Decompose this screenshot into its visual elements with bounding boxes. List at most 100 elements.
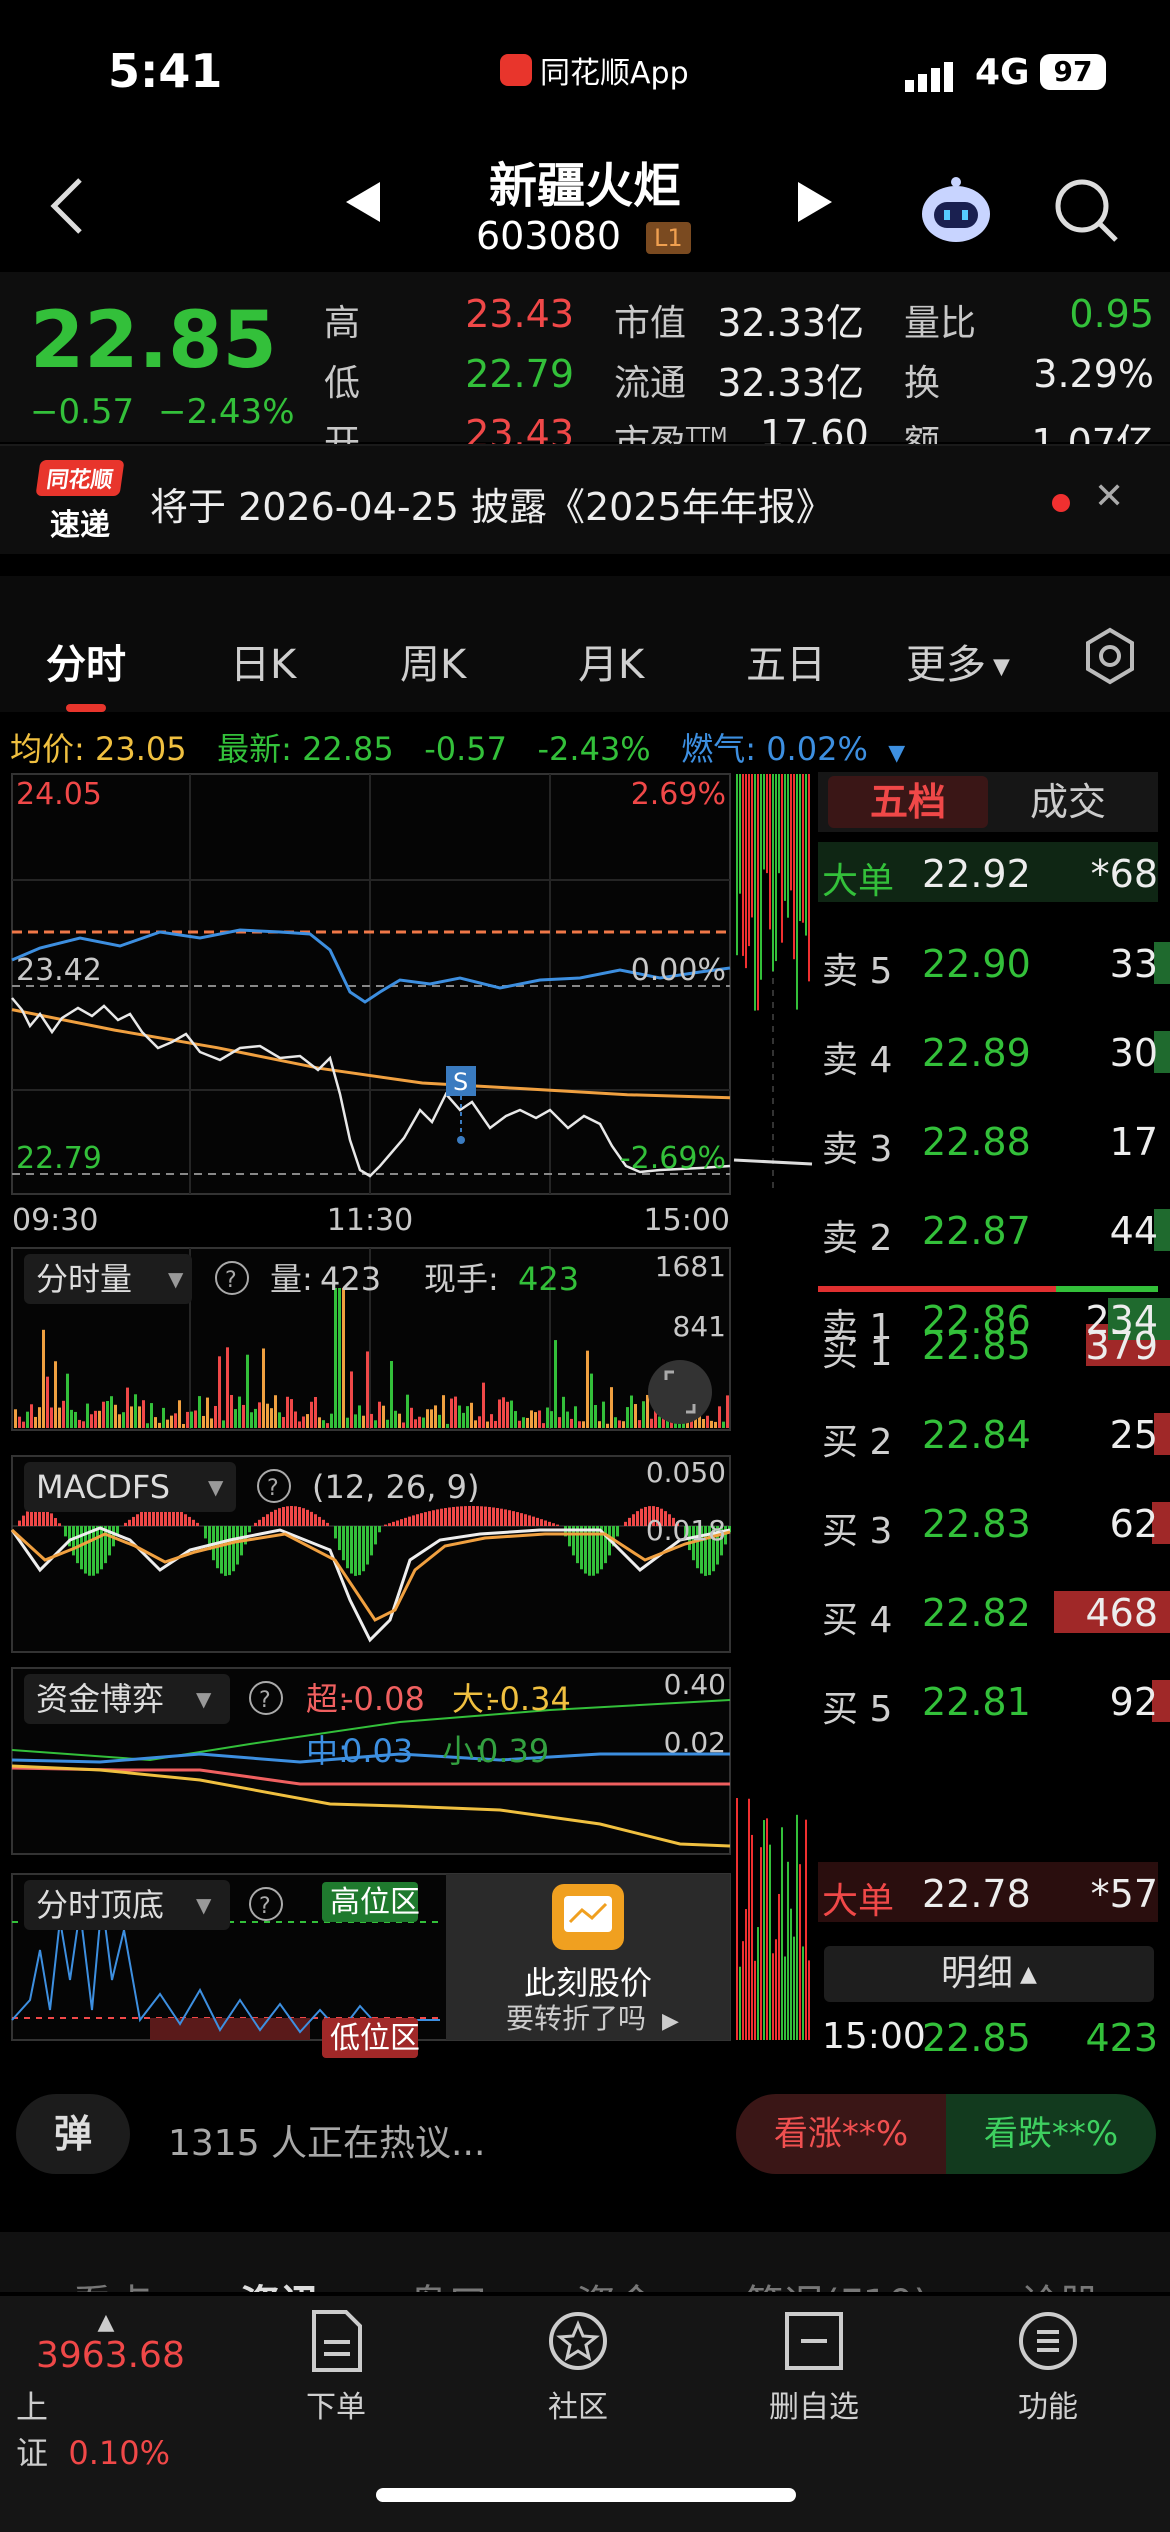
volume-bar: [110, 1396, 113, 1428]
macd-bar: [346, 1526, 349, 1569]
order-level-row[interactable]: 买 2 22.84 25: [818, 1403, 1158, 1463]
big-order-row[interactable]: 大单 22.92 *68: [818, 842, 1158, 902]
volume-bar: [430, 1409, 433, 1428]
level-volume: 17: [1109, 1120, 1158, 1164]
order-level-row[interactable]: 买 3 22.83 62: [818, 1492, 1158, 1552]
volume-bar: [546, 1407, 549, 1428]
discussion-count[interactable]: 1315 人正在热议...: [168, 2114, 485, 2166]
quote-panel: 22.85 −0.57 −2.43% 高 低 开 23.43 22.79 23.…: [0, 272, 1170, 476]
search-icon[interactable]: [1052, 176, 1122, 246]
order-level-row[interactable]: 卖 3 22.88 17: [818, 1110, 1158, 1170]
order-level-row[interactable]: 买 1 22.85 379: [818, 1314, 1158, 1374]
macd-bar: [258, 1519, 261, 1526]
volume-bar: [618, 1420, 621, 1428]
tab-five-day[interactable]: 五日: [746, 632, 826, 690]
level-volume: 92: [1109, 1680, 1158, 1724]
level-volume: 33: [1109, 942, 1158, 986]
volume-bar: [574, 1406, 577, 1428]
order-book: 五档 成交 大单 22.92 *68 卖 5 22.90 33 卖 4 22.89 30 卖 3 2…: [818, 772, 1170, 2072]
volume-bar: [606, 1423, 609, 1428]
nav-community[interactable]: 社区: [518, 2308, 638, 2426]
macd-bar: [424, 1512, 427, 1526]
level-label: 卖 5: [822, 951, 893, 992]
community-icon: [549, 2312, 607, 2370]
volume-bar: [338, 1288, 341, 1428]
section-tab-news[interactable]: 资讯: [240, 2272, 320, 2292]
tab-intraday[interactable]: 分时: [46, 632, 126, 690]
macd-bar: [580, 1526, 583, 1570]
index-ticker[interactable]: ▲ 3963.68 上证 0.10%: [16, 2310, 196, 2474]
volume-bar: [94, 1410, 97, 1428]
volume-bar: [346, 1417, 349, 1428]
section-tab-fund[interactable]: 资金: [576, 2272, 656, 2292]
side-bar: [772, 1953, 774, 2040]
robot-assistant-icon[interactable]: [918, 176, 994, 246]
settings-icon[interactable]: [1080, 626, 1140, 686]
volume-bar: [478, 1416, 481, 1428]
side-bar: [766, 774, 768, 874]
volume-bar: [354, 1414, 357, 1428]
macd-bar: [362, 1526, 365, 1572]
order-level-row[interactable]: 卖 4 22.89 30: [818, 1021, 1158, 1081]
macd-bar: [184, 1514, 187, 1526]
macd-bar: [262, 1516, 265, 1526]
volume-bar: [54, 1361, 57, 1428]
vol-ratio-value: 0.95: [1069, 292, 1154, 336]
level-price: 22.87: [922, 1209, 1031, 1253]
macd-bar: [50, 1513, 53, 1526]
tab-more[interactable]: 更多 ▼: [906, 632, 1010, 690]
nav-order[interactable]: 下单: [276, 2308, 396, 2426]
tab-weekly-k[interactable]: 周K: [400, 632, 466, 690]
volume-bar: [170, 1415, 173, 1428]
volume-bar: [318, 1417, 321, 1428]
order-level-row[interactable]: 买 4 22.82 468: [818, 1581, 1158, 1641]
next-stock-icon[interactable]: [796, 180, 836, 224]
macd-bar: [290, 1506, 293, 1526]
macd-bar: [314, 1514, 317, 1526]
side-bar: [766, 1818, 768, 2040]
macd-bar: [318, 1516, 321, 1526]
macd-bar: [480, 1506, 483, 1526]
bearish-vote-button[interactable]: 看跌**%: [946, 2094, 1156, 2174]
level-price: 22.81: [922, 1680, 1031, 1724]
level-label: 买 4: [822, 1600, 893, 1641]
svg-text:?: ?: [225, 1268, 237, 1293]
volume-bar: [418, 1416, 421, 1428]
bullish-vote-button[interactable]: 看涨**%: [736, 2094, 946, 2174]
volume-bar: [658, 1416, 661, 1428]
section-tab-order[interactable]: 盘口: [408, 2272, 488, 2292]
tab-five-level[interactable]: 五档: [828, 776, 988, 828]
danmu-toggle-button[interactable]: 弹: [16, 2094, 130, 2174]
tab-trades[interactable]: 成交: [988, 776, 1148, 828]
clock: 5:41: [108, 44, 223, 98]
section-tab-diagnosis[interactable]: 诊股: [1020, 2272, 1100, 2292]
side-bar: [781, 774, 783, 943]
nav-functions[interactable]: 功能: [988, 2308, 1108, 2426]
svg-text:?: ?: [259, 1894, 271, 1919]
tab-daily-k[interactable]: 日K: [230, 632, 296, 690]
close-icon[interactable]: ✕: [1094, 476, 1124, 517]
macd-bar: [22, 1515, 25, 1526]
order-level-row[interactable]: 买 5 22.81 92: [818, 1670, 1158, 1730]
detail-button[interactable]: 明细 ▲: [824, 1946, 1154, 2002]
tab-monthly-k[interactable]: 月K: [578, 632, 644, 690]
nav-remove-watchlist[interactable]: 删自选: [754, 2308, 874, 2426]
fuel-value: 0.02%: [766, 730, 868, 768]
macd-bar: [204, 1526, 207, 1539]
section-tab-highlights[interactable]: 看点: [72, 2272, 152, 2292]
volume-bar: [374, 1420, 377, 1428]
macd-bar: [302, 1508, 305, 1526]
side-bar: [793, 774, 795, 960]
order-level-row[interactable]: 卖 5 22.90 33: [818, 932, 1158, 992]
expand-up-icon: ▲: [97, 2310, 115, 2335]
section-tab-f10[interactable]: 简况(F10): [744, 2272, 929, 2292]
order-level-row[interactable]: 卖 2 22.87 44: [818, 1199, 1158, 1259]
big-order-row[interactable]: 大单 22.78 *57: [818, 1862, 1158, 1922]
volume-bar: [342, 1288, 345, 1428]
notice-bar[interactable]: 同花顺 速递 将于 2026-04-25 披露《2025年年报》 ✕: [0, 444, 1170, 554]
volume-bar: [30, 1404, 33, 1428]
volume-bar: [522, 1417, 525, 1428]
volume-bar: [442, 1395, 445, 1428]
last-trade-price: 22.85: [922, 2016, 1031, 2060]
svg-text:?: ?: [267, 1476, 279, 1501]
